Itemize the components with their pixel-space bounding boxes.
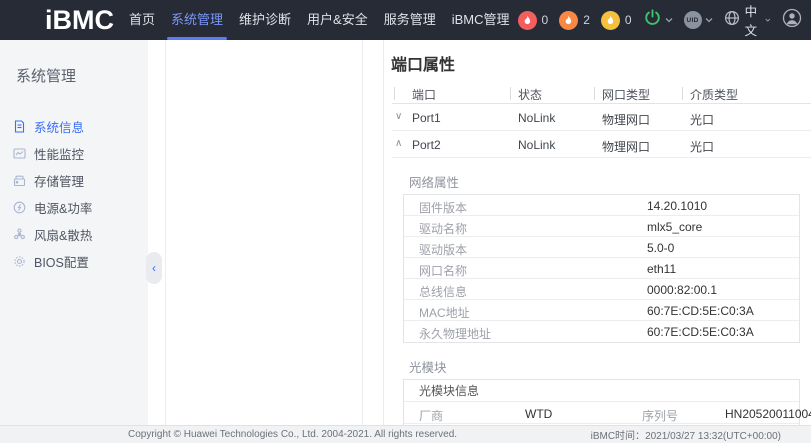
- chevron-down-icon: [665, 16, 673, 24]
- globe-icon: [724, 10, 740, 31]
- chevron-down-icon: [705, 16, 713, 24]
- optical-module-label: 光模块: [409, 357, 811, 373]
- port-status: NoLink: [518, 138, 555, 152]
- storage-icon: [13, 174, 26, 187]
- port-table: 端口 状态 网口类型 介质类型 Port1 NoLink 物理网口 光口 Por…: [392, 84, 811, 158]
- footer: Copyright © Huawei Technologies Co., Ltd…: [0, 425, 811, 443]
- sidebar-item-label: 性能监控: [34, 144, 84, 163]
- language-label: 中文: [745, 1, 763, 39]
- sidebar-item-label: 系统信息: [34, 117, 84, 136]
- nav-system-management[interactable]: 系统管理: [166, 0, 228, 40]
- minor-alarm-count: 0: [625, 13, 632, 27]
- sidebar-item-fans-cooling[interactable]: 风扇&散热: [0, 221, 148, 248]
- sidebar-item-storage-management[interactable]: 存储管理: [0, 167, 148, 194]
- panel-divider: [165, 40, 166, 425]
- detail-row-mac-address: MAC地址 60:7E:CD:5E:C0:3A: [404, 300, 799, 321]
- nav-ibmc-management[interactable]: iBMC管理: [447, 0, 515, 40]
- port-properties-panel: 端口属性 端口 状态 网口类型 介质类型 Port1 NoLink 物理网口 光…: [383, 40, 811, 425]
- optical-module-info-header: 光模块信息: [404, 380, 799, 402]
- fan-icon: [13, 228, 26, 241]
- port-type: 物理网口: [602, 138, 650, 155]
- sidebar-item-performance-monitor[interactable]: 性能监控: [0, 140, 148, 167]
- sidebar-item-label: BIOS配置: [34, 252, 89, 271]
- port-table-header: 端口 状态 网口类型 介质类型: [392, 84, 811, 104]
- line-chart-icon: [13, 147, 26, 160]
- critical-alarm-count: 0: [542, 13, 549, 27]
- gear-icon: [13, 255, 26, 268]
- port-type: 物理网口: [602, 111, 650, 128]
- sidebar-item-system-info[interactable]: 系统信息: [0, 113, 148, 140]
- panel-divider: [362, 40, 363, 425]
- detail-row-permanent-mac: 永久物理地址 60:7E:CD:5E:C0:3A: [404, 321, 799, 342]
- sidebar-item-label: 风扇&散热: [34, 225, 92, 244]
- ibmc-time: iBMC时间：2021/03/27 13:32(UTC+00:00): [591, 427, 781, 442]
- sidebar-collapse-button[interactable]: ‹: [146, 252, 162, 284]
- sidebar-item-power[interactable]: 电源&功率: [0, 194, 148, 221]
- sidebar-item-label: 存储管理: [34, 171, 84, 190]
- content-area: 端口属性 端口 状态 网口类型 介质类型 Port1 NoLink 物理网口 光…: [148, 40, 811, 425]
- nav-service-management[interactable]: 服务管理: [379, 0, 441, 40]
- power-icon: [643, 8, 662, 32]
- uid-icon: UID: [684, 11, 702, 29]
- detail-row-driver-name: 驱动名称 mlx5_core: [404, 216, 799, 237]
- language-selector[interactable]: 中文: [724, 1, 771, 39]
- table-row-port1[interactable]: Port1 NoLink 物理网口 光口: [392, 104, 811, 131]
- page-title: 端口属性: [391, 56, 811, 76]
- optical-module-table: 光模块信息 厂商 WTD 序列号 HN205200110043: [403, 379, 800, 425]
- port-media: 光口: [690, 111, 714, 128]
- table-row-port2[interactable]: Port2 NoLink 物理网口 光口: [392, 131, 811, 158]
- port-name: Port2: [412, 138, 441, 152]
- column-header-media-type: 介质类型: [690, 86, 738, 103]
- detail-row-firmware-version: 固件版本 14.20.1010: [404, 195, 799, 216]
- optical-module-row: 厂商 WTD 序列号 HN205200110043: [404, 402, 799, 424]
- minor-alarm-flame-icon: [601, 11, 620, 30]
- detail-row-bus-info: 总线信息 0000:82:00.1: [404, 279, 799, 300]
- column-header-port: 端口: [412, 86, 436, 103]
- topbar-controls: 0 2 0 UID: [518, 1, 811, 39]
- major-alarm-flame-icon: [559, 11, 578, 30]
- copyright-text: Copyright © Huawei Technologies Co., Ltd…: [128, 429, 457, 440]
- user-avatar-icon: [782, 8, 802, 33]
- user-menu[interactable]: [782, 8, 802, 33]
- sidebar-title: 系统管理: [0, 40, 148, 86]
- critical-alarm-flame-icon: [518, 11, 537, 30]
- power-control-dropdown[interactable]: [643, 8, 673, 32]
- nav-user-security[interactable]: 用户&安全: [302, 0, 373, 40]
- main-navigation: 首页 系统管理 维护诊断 用户&安全 服务管理 iBMC管理: [121, 0, 518, 40]
- chevron-down-icon: [765, 16, 771, 24]
- port-media: 光口: [690, 138, 714, 155]
- major-alarm-indicator[interactable]: 2: [559, 11, 590, 30]
- collapse-chevron-icon[interactable]: [395, 138, 402, 149]
- sidebar-item-bios-config[interactable]: BIOS配置: [0, 248, 148, 275]
- document-icon: [13, 120, 26, 133]
- detail-row-driver-version: 驱动版本 5.0-0: [404, 237, 799, 258]
- network-properties-table: 固件版本 14.20.1010 驱动名称 mlx5_core 驱动版本 5.0-…: [403, 194, 800, 343]
- detail-row-port-name: 网口名称 eth11: [404, 258, 799, 279]
- column-header-port-type: 网口类型: [602, 86, 650, 103]
- critical-alarm-indicator[interactable]: 0: [518, 11, 549, 30]
- ibmc-logo[interactable]: iBMC: [45, 0, 114, 40]
- major-alarm-count: 2: [583, 13, 590, 27]
- power-meter-icon: [13, 201, 26, 214]
- nav-maintenance-diagnostics[interactable]: 维护诊断: [234, 0, 296, 40]
- sidebar: 系统管理 系统信息 性能监控 存储管理: [0, 40, 148, 425]
- sidebar-menu: 系统信息 性能监控 存储管理 电源&功率: [0, 113, 148, 275]
- column-header-status: 状态: [518, 86, 542, 103]
- minor-alarm-indicator[interactable]: 0: [601, 11, 632, 30]
- top-navigation-bar: iBMC 首页 系统管理 维护诊断 用户&安全 服务管理 iBMC管理 0 2 …: [0, 0, 811, 40]
- sidebar-item-label: 电源&功率: [34, 198, 92, 217]
- uid-control-dropdown[interactable]: UID: [684, 11, 713, 29]
- expand-chevron-icon[interactable]: [395, 111, 402, 122]
- nav-home[interactable]: 首页: [124, 0, 160, 40]
- network-properties-label: 网络属性: [409, 172, 811, 188]
- port-name: Port1: [412, 111, 441, 125]
- port-status: NoLink: [518, 111, 555, 125]
